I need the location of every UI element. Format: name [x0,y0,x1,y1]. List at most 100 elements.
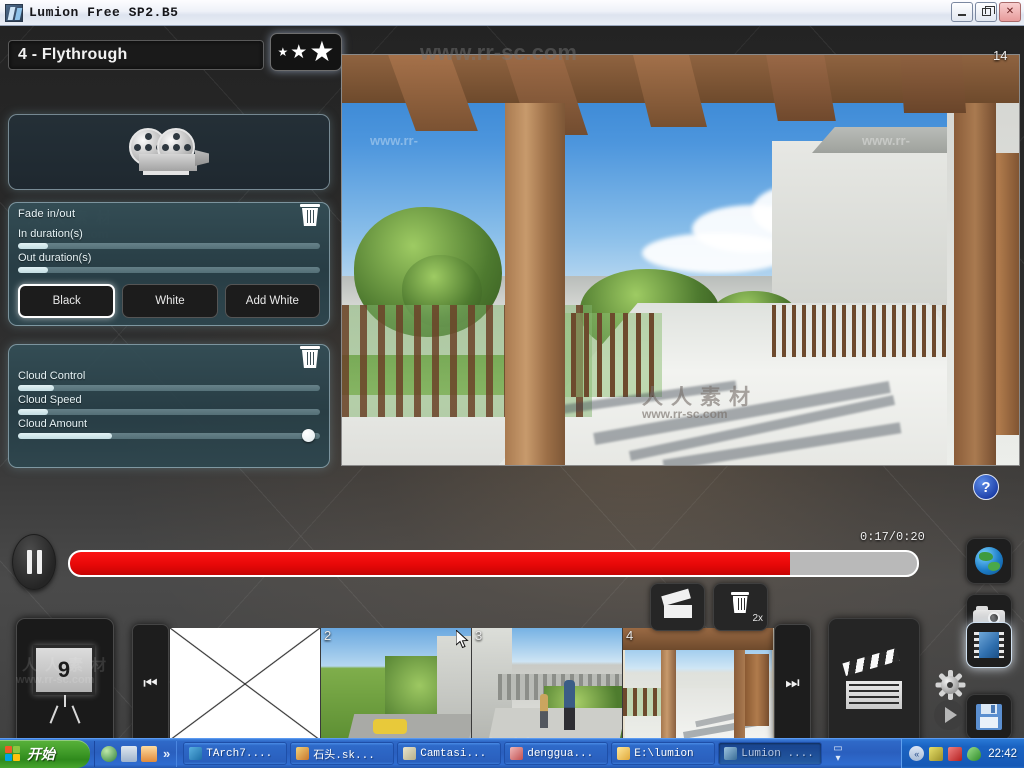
taskbar-item[interactable]: TArch7.... [183,742,288,765]
question-mark-icon: ? [981,478,991,496]
app-icon [510,747,524,760]
slider-cloud-speed[interactable] [18,409,320,415]
window-titlebar: Lumion Free SP2.B5 ✕ [0,0,1024,26]
fade-add-white-button[interactable]: Add White [224,284,320,318]
globe-icon [975,547,1003,575]
delete-clip-button[interactable]: 2x [713,583,768,631]
taskbar-item[interactable]: 石头.sk... [290,742,395,765]
clip-count-button[interactable]: 9 [16,618,114,750]
mouse-cursor [456,630,469,649]
restore-icon [981,6,995,16]
3d-viewport[interactable]: www.rr- www.rr- 人人素材 www.rr-sc.com [341,54,1020,466]
movie-mode-button[interactable] [966,622,1012,668]
delete-effect-button[interactable] [300,346,322,373]
system-tray: « 22:42 [901,738,1024,768]
close-icon: ✕ [1005,6,1015,17]
chevron-left-icon: « [914,748,920,759]
windows-flag-icon [5,745,22,762]
taskbar-tasks: TArch7.... 石头.sk... Camtasi... denggua..… [183,742,901,765]
lumion-leaf-icon [5,3,23,22]
projection-screen-icon: 9 [33,645,97,723]
slider-in-duration[interactable] [18,243,320,249]
notepad-icon[interactable] [121,745,137,762]
taskbar-item-label: Camtasi... [420,747,487,760]
trash-icon [300,346,320,349]
viewport-index-label: 14 [993,48,1008,63]
delete-effect-button[interactable] [300,204,322,231]
slider-fill [18,433,112,439]
taskbar-item-active[interactable]: Lumion .... [718,742,823,765]
save-icon [976,704,1002,730]
save-button[interactable] [966,694,1012,740]
clip-thumbnail[interactable]: 2 [321,628,472,740]
clip-number: 4 [626,628,634,643]
quick-launch-bar: » [94,740,178,767]
movie-projector-icon [123,128,215,176]
fade-color-buttons: Black White Add White [9,273,329,318]
clip-thumbnail[interactable] [170,628,321,740]
slider-out-duration[interactable] [18,267,320,273]
clip-thumbnail-selected[interactable]: 4 [623,628,774,740]
antivirus-icon[interactable] [948,746,963,761]
playback-progress-bar[interactable] [68,550,919,577]
tray-expand-button[interactable]: « [909,746,925,761]
next-clip-button[interactable]: ⏭ [774,624,811,744]
clip-strip: 2 3 4 [170,628,774,740]
taskbar-item[interactable]: E:\lumion [611,742,716,765]
taskbar-item-label: TArch7.... [206,747,273,760]
skip-back-icon: ⏮ [143,675,158,692]
film-icon [974,632,1004,658]
slider-cloud-control[interactable] [18,385,320,391]
start-button[interactable]: 开始 [0,739,90,768]
app-workspace: 4 - Flythrough ★ ★ ★ Fade in/out In dura… [0,26,1024,762]
delete-badge: 2x [752,613,763,624]
prev-clip-button[interactable]: ⏮ [132,624,169,744]
key-icon[interactable] [929,746,944,761]
effects-button[interactable]: ★ ★ ★ [270,33,342,71]
taskbar-item[interactable]: Camtasi... [397,742,502,765]
fade-white-button[interactable]: White [122,284,218,318]
help-button[interactable]: ? [973,474,999,500]
clip-thumbnail[interactable]: 3 [472,628,623,740]
minimize-icon [958,14,966,16]
windows-taskbar: 开始 » TArch7.... 石头.sk... Camtasi... deng… [0,738,1024,768]
play-button[interactable] [934,700,964,730]
taskbar-item-label: E:\lumion [634,747,694,760]
clip-header: 4 - Flythrough ★ ★ ★ [8,33,342,74]
quick-launch-more-button[interactable]: » [163,746,170,761]
screen-root: Lumion Free SP2.B5 ✕ 4 - Flythrough ★ ★ … [0,0,1024,768]
play-icon [944,707,957,723]
effect-panel-cloud: Cloud Control Cloud Speed Cloud Amount [8,344,330,468]
clip-count-value: 9 [57,657,71,682]
close-button[interactable]: ✕ [999,2,1021,22]
slider-label-out-duration: Out duration(s) [18,252,92,264]
clip-name-input[interactable]: 4 - Flythrough [8,40,264,70]
slider-label-cloud-control: Cloud Control [18,370,86,382]
media-icon[interactable] [141,745,157,762]
slider-knob[interactable] [301,429,315,442]
record-clip-button[interactable] [650,583,705,631]
settings-button[interactable] [935,670,966,700]
effect-header: Fade in/out [9,203,329,226]
restore-button[interactable] [975,2,997,22]
build-mode-button[interactable] [966,538,1012,584]
slider-label-in-duration: In duration(s) [18,228,83,240]
movie-panel-button[interactable] [828,618,920,750]
effect-title-spacer [9,345,329,362]
start-button-label: 开始 [27,745,55,762]
slider-cloud-amount[interactable] [18,429,320,442]
clip-name-value: 4 - Flythrough [18,46,128,63]
fade-black-button[interactable]: Black [18,284,116,318]
taskbar-item[interactable]: denggua... [504,742,609,765]
clip-preview-panel[interactable]: 人人素材 www.rr-sc.com [8,114,330,241]
effect-header [9,345,329,368]
pause-button[interactable] [12,534,56,590]
minimize-button[interactable] [951,2,973,22]
trash-icon [730,592,751,619]
taskbar-scroll-button[interactable]: ▭ ▾ [833,743,842,764]
taskbar-item-label: Lumion .... [741,747,814,760]
shield-icon[interactable] [967,746,982,761]
browser-icon[interactable] [101,745,117,762]
star-large-icon: ★ [309,36,335,67]
trash-icon [300,204,320,207]
